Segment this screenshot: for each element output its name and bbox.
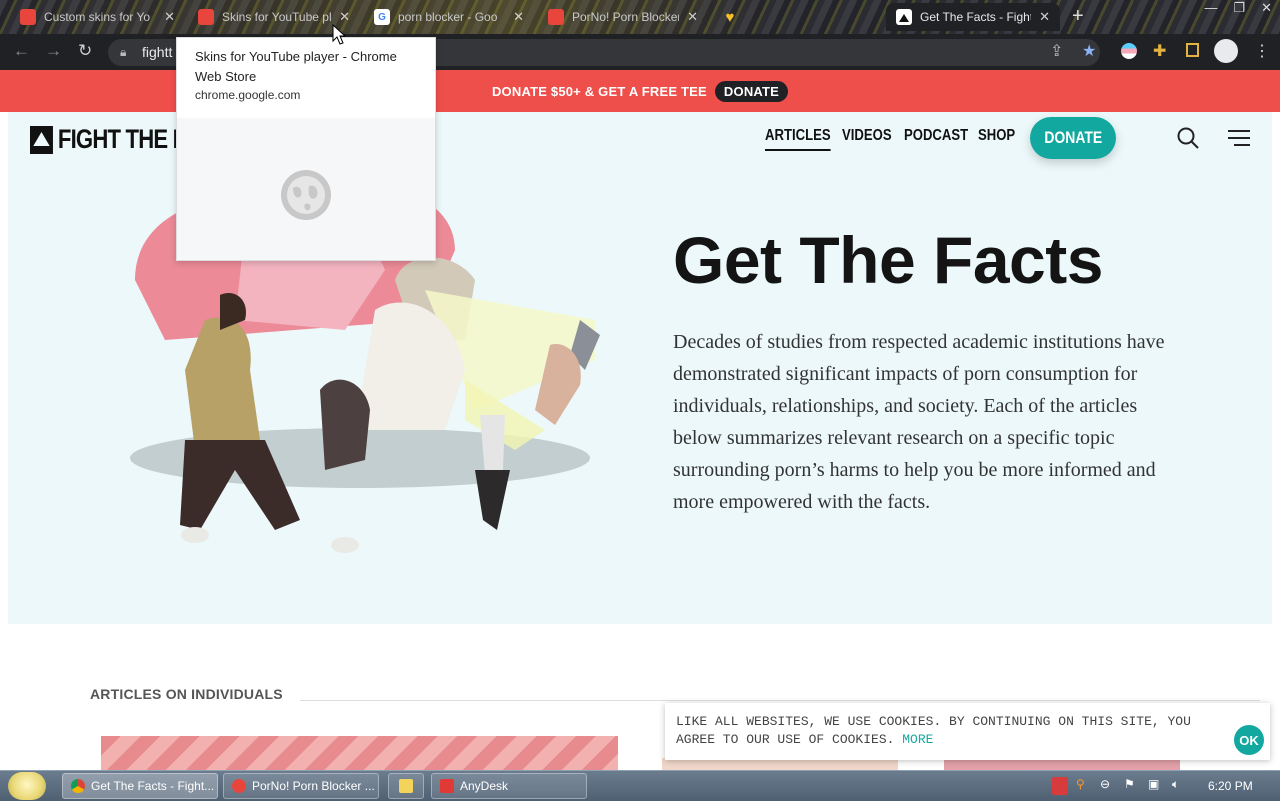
chrome-icon bbox=[71, 779, 85, 793]
browser-tab[interactable]: Custom skins for Yo ✕ bbox=[10, 3, 185, 31]
youtube-icon bbox=[20, 9, 36, 25]
reload-icon[interactable]: ↻ bbox=[78, 41, 92, 61]
chrome-menu-icon[interactable]: ⋮ bbox=[1254, 41, 1270, 61]
url-text[interactable]: fightt bbox=[142, 39, 172, 66]
taskbar-button-porno-blocker[interactable]: PorNo! Porn Blocker ... bbox=[223, 773, 379, 799]
search-tray-icon[interactable]: ⚲ bbox=[1076, 777, 1085, 795]
os-taskbar: Get The Facts - Fight... PorNo! Porn Blo… bbox=[0, 770, 1280, 801]
article-card-image[interactable] bbox=[101, 736, 618, 772]
taskbar-button-label: Get The Facts - Fight... bbox=[91, 779, 215, 793]
search-icon[interactable] bbox=[1176, 126, 1200, 150]
browser-tab-active[interactable]: Get The Facts - Fight ✕ bbox=[886, 3, 1060, 31]
tab-title: PorNo! Porn Blocker bbox=[572, 10, 680, 24]
nav-podcast[interactable]: PODCAST bbox=[904, 127, 968, 145]
share-icon[interactable]: ⇪ bbox=[1050, 41, 1063, 61]
taskbar-button-anydesk[interactable]: AnyDesk bbox=[431, 773, 587, 799]
close-tab-icon[interactable]: ✕ bbox=[513, 9, 524, 25]
profile-avatar[interactable] bbox=[1214, 39, 1238, 63]
volume-icon[interactable]: 🔈︎ bbox=[1172, 777, 1179, 795]
taskbar-button-folder[interactable] bbox=[388, 773, 424, 799]
minimize-button[interactable]: — bbox=[1204, 0, 1217, 16]
close-tab-icon[interactable]: ✕ bbox=[164, 9, 175, 25]
cookie-notice: LIKE ALL WEBSITES, WE USE COOKIES. BY CO… bbox=[665, 703, 1270, 760]
fight-the-new-drug-icon bbox=[896, 9, 912, 25]
close-tab-icon[interactable]: ✕ bbox=[1039, 9, 1050, 25]
anydesk-icon bbox=[440, 779, 454, 793]
new-tab-button[interactable]: + bbox=[1072, 6, 1084, 26]
browser-tab[interactable]: PorNo! Porn Blocker ✕ bbox=[538, 3, 708, 31]
browser-tab[interactable]: G porn blocker - Goo ✕ bbox=[364, 3, 534, 31]
promo-text: DONATE $50+ & GET A FREE TEE bbox=[491, 83, 707, 99]
tab-title: Skins for YouTube player bbox=[222, 10, 332, 24]
lock-icon[interactable]: 🔒︎ bbox=[120, 39, 126, 66]
nav-videos[interactable]: VIDEOS bbox=[842, 127, 892, 145]
tab-title: Get The Facts - Fight bbox=[920, 10, 1032, 24]
logo-mark-icon bbox=[30, 125, 53, 154]
browser-tab-strip: Custom skins for Yo ✕ Skins for YouTube … bbox=[0, 0, 1280, 34]
back-icon[interactable]: ← bbox=[13, 41, 30, 61]
taskbar-button-label: AnyDesk bbox=[460, 779, 509, 793]
extension-flag-icon[interactable] bbox=[1121, 43, 1137, 59]
browser-tab-pinned[interactable]: ♥ bbox=[712, 3, 752, 31]
restore-button[interactable]: ❐ bbox=[1233, 0, 1245, 16]
heart-icon: ♥ bbox=[725, 8, 735, 26]
tab-title: porn blocker - Goo bbox=[398, 10, 498, 24]
banner-donate-button[interactable]: DONATE bbox=[714, 80, 789, 102]
donate-label: DONATE bbox=[1044, 128, 1102, 147]
side-panel-icon[interactable] bbox=[1186, 43, 1199, 57]
system-clock[interactable]: 6:20 PM bbox=[1208, 779, 1253, 793]
anydesk-tray-icon[interactable] bbox=[1052, 777, 1068, 795]
forward-icon[interactable]: → bbox=[45, 41, 62, 61]
cookie-text: LIKE ALL WEBSITES, WE USE COOKIES. BY CO… bbox=[676, 713, 1236, 749]
nav-shop[interactable]: SHOP bbox=[978, 127, 1015, 145]
folder-icon bbox=[399, 779, 413, 793]
network-icon[interactable]: ▣ bbox=[1148, 777, 1159, 795]
page-title: Get The Facts bbox=[673, 223, 1103, 297]
cookie-ok-button[interactable]: OK bbox=[1234, 725, 1264, 755]
close-tab-icon[interactable]: ✕ bbox=[339, 9, 350, 25]
network-minus-icon[interactable]: ⊖ bbox=[1100, 777, 1110, 795]
extensions-puzzle-icon[interactable]: ✚ bbox=[1153, 41, 1166, 61]
cookie-more-link[interactable]: MORE bbox=[902, 732, 933, 747]
taskbar-button-label: PorNo! Porn Blocker ... bbox=[252, 779, 375, 793]
close-window-button[interactable]: ✕ bbox=[1261, 0, 1272, 16]
hero-description: Decades of studies from respected academ… bbox=[673, 331, 1165, 513]
hover-card-title: Skins for YouTube player - Chrome Web St… bbox=[195, 49, 397, 84]
extension-icon bbox=[548, 9, 564, 25]
hamburger-menu-icon[interactable] bbox=[1228, 129, 1252, 147]
start-button[interactable] bbox=[8, 772, 46, 800]
action-center-icon[interactable]: ⚑ bbox=[1124, 777, 1135, 795]
tab-hover-card: Skins for YouTube player - Chrome Web St… bbox=[176, 37, 436, 261]
section-title: ARTICLES ON INDIVIDUALS bbox=[90, 686, 283, 702]
globe-icon bbox=[281, 170, 331, 220]
hover-card-domain: chrome.google.com bbox=[195, 88, 301, 102]
nav-articles[interactable]: ARTICLES bbox=[765, 127, 831, 151]
google-icon: G bbox=[374, 9, 390, 25]
firefox-icon bbox=[232, 779, 246, 793]
chrome-web-store-icon bbox=[198, 9, 214, 25]
mouse-cursor-icon bbox=[332, 24, 346, 45]
window-controls: — ❐ ✕ bbox=[1204, 0, 1272, 16]
taskbar-button-chrome[interactable]: Get The Facts - Fight... bbox=[62, 773, 218, 799]
section-divider bbox=[300, 700, 1260, 701]
close-tab-icon[interactable]: ✕ bbox=[687, 9, 698, 25]
donate-button[interactable]: DONATE bbox=[1030, 117, 1116, 159]
tab-title: Custom skins for Yo bbox=[44, 10, 151, 24]
bookmark-star-icon[interactable]: ★ bbox=[1082, 41, 1096, 61]
